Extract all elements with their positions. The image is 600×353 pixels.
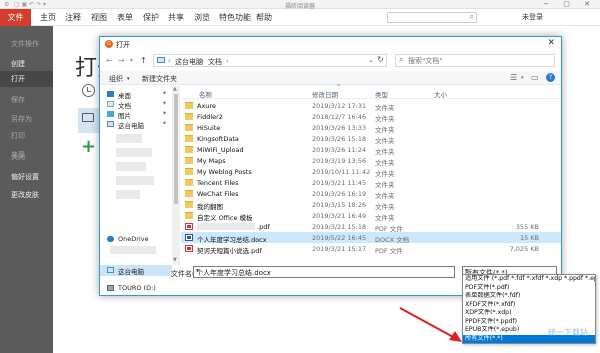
annotation-arrow <box>399 307 462 342</box>
watermark: 统一下载站 <box>548 328 588 337</box>
arrow-shaft <box>399 307 456 339</box>
